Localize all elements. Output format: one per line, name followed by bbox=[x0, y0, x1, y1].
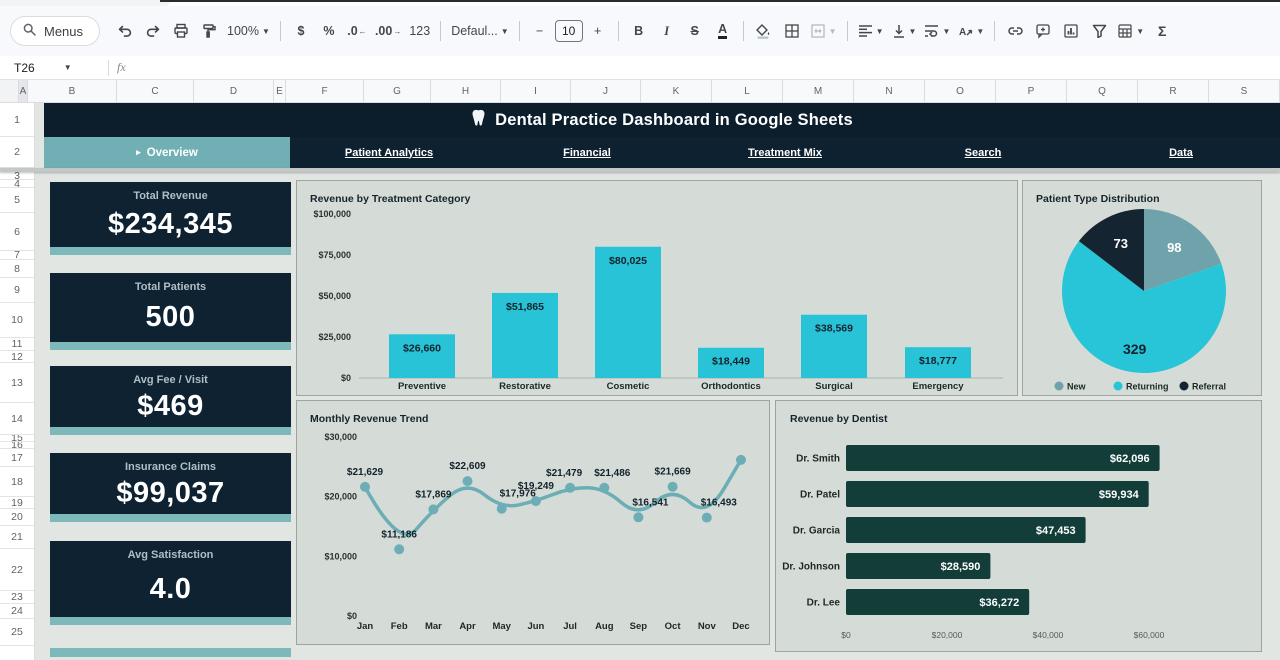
dashboard-tab-bar: ▸OverviewPatient AnalyticsFinancialTreat… bbox=[44, 137, 1280, 168]
tooth-icon bbox=[471, 109, 486, 132]
svg-text:Monthly Revenue Trend: Monthly Revenue Trend bbox=[310, 413, 428, 425]
svg-text:Jun: Jun bbox=[527, 621, 544, 632]
dashboard-title: Dental Practice Dashboard in Google Shee… bbox=[495, 111, 853, 130]
svg-text:Oct: Oct bbox=[665, 621, 682, 632]
svg-text:Restorative: Restorative bbox=[499, 381, 551, 392]
frozen-rows-divider[interactable] bbox=[0, 168, 1280, 172]
kpi-card-total-revenue: Total Revenue$234,345 bbox=[50, 182, 291, 255]
kpi-card-total-patients: Total Patients500 bbox=[50, 273, 291, 350]
svg-text:$80,025: $80,025 bbox=[609, 255, 647, 267]
svg-text:Emergency: Emergency bbox=[912, 381, 964, 392]
svg-text:$100,000: $100,000 bbox=[313, 209, 351, 219]
svg-text:$17,869: $17,869 bbox=[415, 489, 452, 500]
svg-text:$75,000: $75,000 bbox=[318, 250, 351, 260]
dashboard-overlay: Dental Practice Dashboard in Google Shee… bbox=[0, 0, 1280, 660]
svg-text:Surgical: Surgical bbox=[815, 381, 853, 392]
tab-patient-analytics[interactable]: Patient Analytics bbox=[290, 137, 488, 168]
svg-text:Referral: Referral bbox=[1192, 382, 1226, 392]
svg-text:Apr: Apr bbox=[459, 621, 476, 632]
svg-text:Returning: Returning bbox=[1126, 382, 1169, 392]
chart-revenue-by-treatment[interactable]: Revenue by Treatment Category $100,000 $75… bbox=[296, 180, 1018, 396]
svg-text:Dr. Lee: Dr. Lee bbox=[807, 598, 841, 609]
svg-text:$11,186: $11,186 bbox=[381, 529, 417, 540]
svg-text:Mar: Mar bbox=[425, 621, 442, 632]
svg-text:$21,486: $21,486 bbox=[594, 468, 631, 479]
svg-text:$28,590: $28,590 bbox=[941, 561, 981, 573]
chart-patient-type-distribution[interactable]: Patient Type Distribution 98 329 73 New Retur… bbox=[1022, 180, 1262, 396]
svg-text:$16,493: $16,493 bbox=[701, 498, 738, 509]
svg-text:New: New bbox=[1067, 382, 1087, 392]
svg-text:$60,000: $60,000 bbox=[1134, 630, 1165, 640]
svg-text:Cosmetic: Cosmetic bbox=[607, 381, 650, 392]
svg-text:Jul: Jul bbox=[563, 621, 577, 632]
svg-text:Revenue by Dentist: Revenue by Dentist bbox=[790, 413, 888, 425]
svg-text:Sep: Sep bbox=[630, 621, 648, 632]
svg-text:$51,865: $51,865 bbox=[506, 301, 544, 313]
svg-text:$21,479: $21,479 bbox=[546, 468, 583, 479]
svg-text:329: 329 bbox=[1123, 341, 1147, 357]
svg-text:Feb: Feb bbox=[391, 621, 408, 632]
svg-text:73: 73 bbox=[1114, 236, 1128, 251]
accent-strip bbox=[50, 648, 291, 657]
dashboard-title-band: Dental Practice Dashboard in Google Shee… bbox=[44, 103, 1280, 137]
svg-text:$47,453: $47,453 bbox=[1036, 525, 1076, 537]
svg-text:$20,000: $20,000 bbox=[932, 630, 963, 640]
chart-revenue-by-dentist[interactable]: Revenue by Dentist Dr. Smith $62,096 Dr. Pa… bbox=[775, 400, 1262, 652]
active-tab-arrow-icon: ▸ bbox=[136, 147, 141, 158]
svg-text:$18,449: $18,449 bbox=[712, 356, 750, 368]
svg-text:Dec: Dec bbox=[732, 621, 749, 632]
chart-monthly-revenue-trend[interactable]: Monthly Revenue Trend $30,000 $20,000 $10,0… bbox=[296, 400, 770, 645]
svg-text:$16,541: $16,541 bbox=[632, 497, 669, 508]
svg-text:98: 98 bbox=[1167, 240, 1181, 255]
tab-financial[interactable]: Financial bbox=[488, 137, 686, 168]
svg-text:$0: $0 bbox=[841, 630, 851, 640]
svg-text:Preventive: Preventive bbox=[398, 381, 446, 392]
svg-text:$21,669: $21,669 bbox=[655, 467, 692, 478]
svg-text:Jan: Jan bbox=[357, 621, 374, 632]
svg-text:Revenue by Treatment Category: Revenue by Treatment Category bbox=[310, 193, 471, 205]
svg-text:Orthodontics: Orthodontics bbox=[701, 381, 761, 392]
svg-text:Dr. Patel: Dr. Patel bbox=[800, 490, 840, 501]
svg-text:$0: $0 bbox=[341, 373, 351, 383]
tab-data[interactable]: Data bbox=[1082, 137, 1280, 168]
svg-text:May: May bbox=[492, 621, 511, 632]
svg-text:$21,629: $21,629 bbox=[347, 467, 384, 478]
svg-text:$26,660: $26,660 bbox=[403, 342, 441, 354]
tab-treatment-mix[interactable]: Treatment Mix bbox=[686, 137, 884, 168]
svg-text:Dr. Garcia: Dr. Garcia bbox=[793, 526, 841, 537]
tab-search[interactable]: Search bbox=[884, 137, 1082, 168]
svg-text:$62,096: $62,096 bbox=[1110, 453, 1150, 465]
svg-text:$18,777: $18,777 bbox=[919, 355, 957, 367]
svg-text:$59,934: $59,934 bbox=[1099, 489, 1140, 501]
svg-text:Patient Type Distribution: Patient Type Distribution bbox=[1036, 193, 1159, 205]
svg-text:$50,000: $50,000 bbox=[318, 291, 351, 301]
svg-text:$10,000: $10,000 bbox=[324, 551, 357, 561]
svg-text:Aug: Aug bbox=[595, 621, 614, 632]
tab-overview[interactable]: ▸Overview bbox=[44, 137, 290, 168]
svg-text:$36,272: $36,272 bbox=[979, 597, 1019, 609]
svg-text:$40,000: $40,000 bbox=[1033, 630, 1064, 640]
kpi-card-avg-fee-visit: Avg Fee / Visit$469 bbox=[50, 366, 291, 435]
svg-text:$38,569: $38,569 bbox=[815, 323, 853, 335]
svg-text:Nov: Nov bbox=[698, 621, 717, 632]
svg-text:$0: $0 bbox=[347, 611, 357, 621]
svg-text:Dr. Smith: Dr. Smith bbox=[796, 454, 840, 465]
svg-text:$19,249: $19,249 bbox=[518, 481, 555, 492]
svg-text:$25,000: $25,000 bbox=[318, 332, 351, 342]
google-sheets-app: Menus 100%▼ $ % .0← .00→ 123 Defaul...▼ bbox=[0, 0, 1280, 660]
svg-text:Dr. Johnson: Dr. Johnson bbox=[782, 562, 840, 573]
svg-text:$30,000: $30,000 bbox=[324, 432, 357, 442]
kpi-card-avg-satisfaction: Avg Satisfaction4.0 bbox=[50, 541, 291, 625]
kpi-card-insurance-claims: Insurance Claims$99,037 bbox=[50, 453, 291, 522]
svg-text:$22,609: $22,609 bbox=[449, 461, 486, 472]
svg-text:$20,000: $20,000 bbox=[324, 492, 357, 502]
